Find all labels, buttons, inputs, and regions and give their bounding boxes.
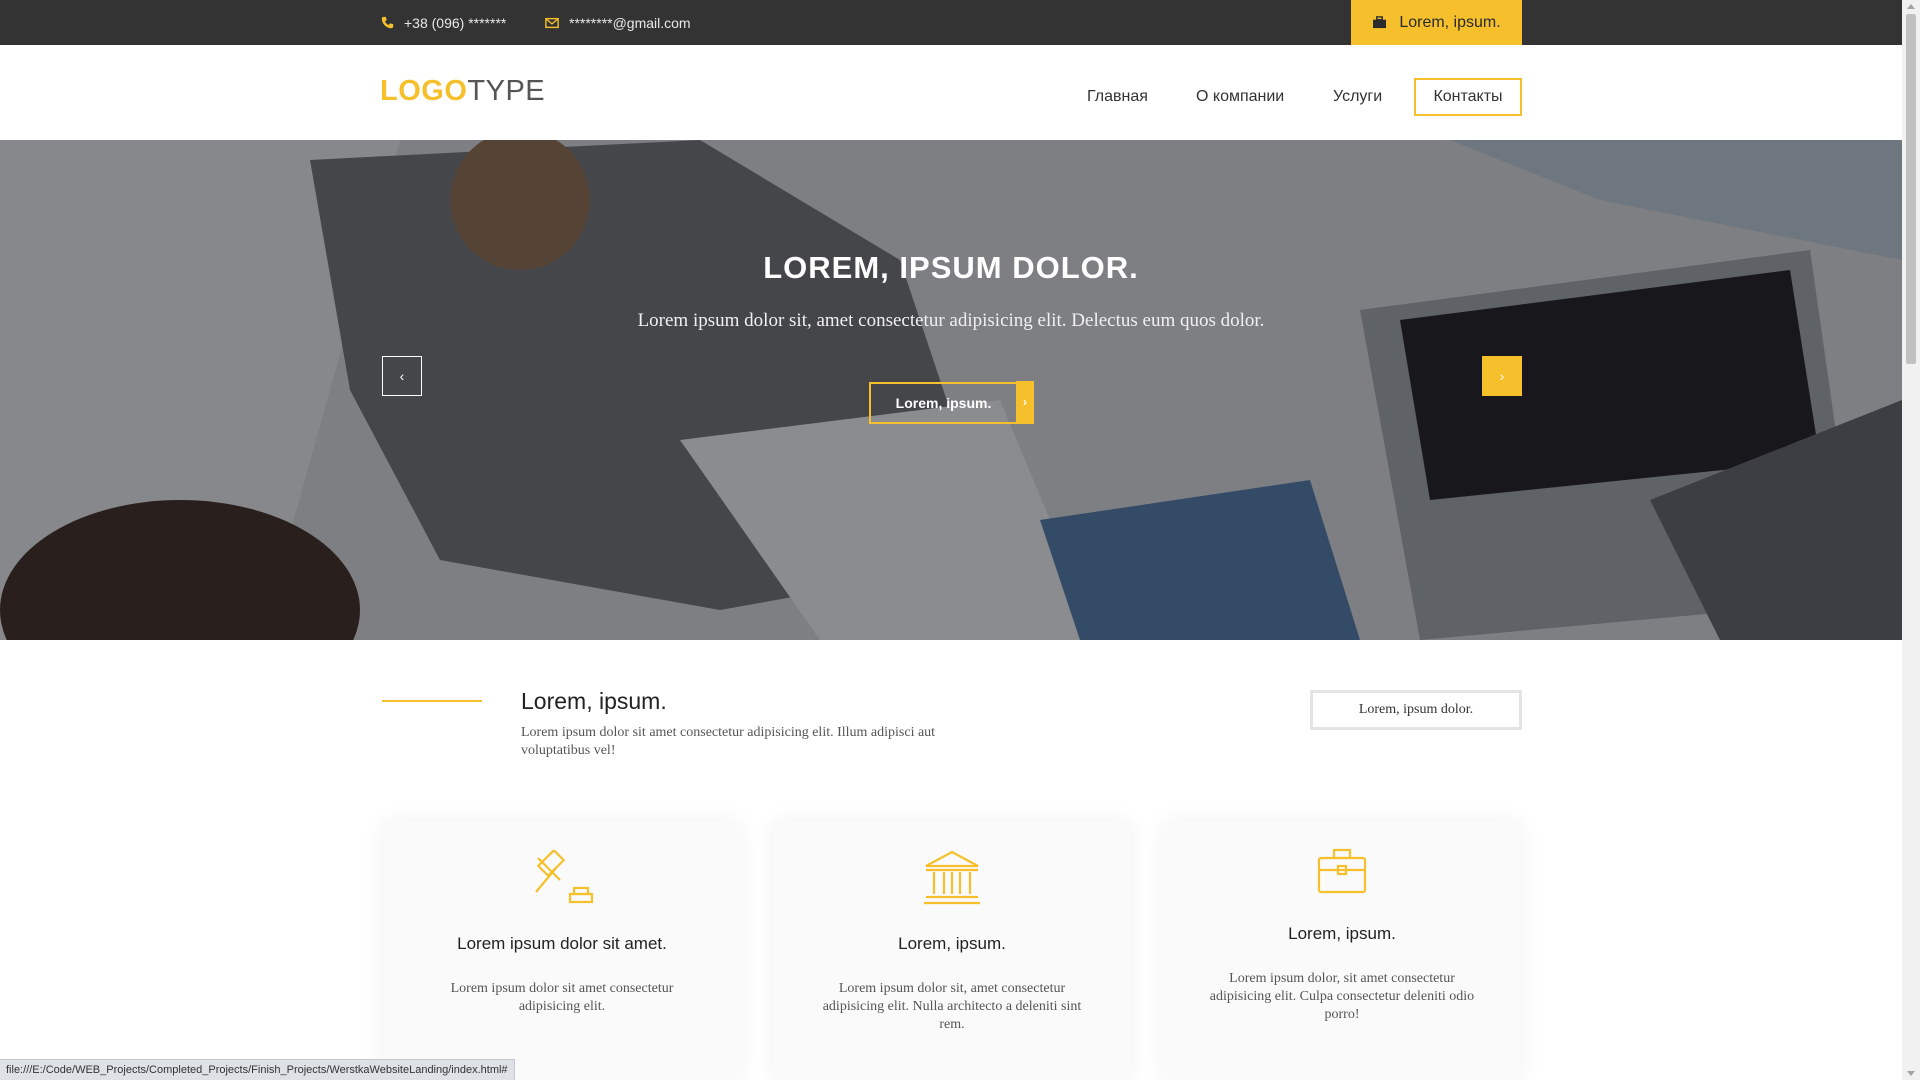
nav-home[interactable]: Главная bbox=[1087, 78, 1148, 116]
hero-subtitle: Lorem ipsum dolor sit, amet consectetur … bbox=[637, 310, 1265, 331]
service-card: Lorem, ipsum. Lorem ipsum dolor sit, ame… bbox=[773, 822, 1131, 1080]
chevron-left-icon: ‹ bbox=[399, 368, 405, 384]
email-text: ********@gmail.com bbox=[569, 14, 691, 31]
phone-contact[interactable]: +38 (096) ******* bbox=[381, 0, 506, 45]
nav-contacts[interactable]: Контакты bbox=[1414, 78, 1522, 116]
card-title: Lorem ipsum dolor sit amet. bbox=[457, 934, 667, 953]
intro-text: Lorem ipsum dolor sit amet consectetur a… bbox=[521, 725, 936, 758]
gavel-icon bbox=[383, 850, 741, 906]
phone-text: +38 (096) ******* bbox=[404, 14, 507, 31]
page-scrollbar[interactable] bbox=[1902, 0, 1920, 1080]
top-bar: +38 (096) ******* ********@gmail.com Lor… bbox=[0, 0, 1902, 45]
intro-button[interactable]: Lorem, ipsum dolor. bbox=[1310, 690, 1522, 730]
scrollbar-thumb[interactable] bbox=[1906, 14, 1916, 364]
slider-next-button[interactable]: › bbox=[1482, 356, 1522, 396]
hero-cta-button[interactable]: Lorem, ipsum. › bbox=[869, 381, 1034, 424]
status-url: file:///E:/Code/WEB_Projects/Completed_P… bbox=[6, 1064, 508, 1076]
service-card: Lorem, ipsum. Lorem ipsum dolor, sit ame… bbox=[1163, 822, 1521, 1080]
logo[interactable]: LOGOTYPE bbox=[380, 75, 545, 108]
card-text: Lorem ipsum dolor, sit amet consectetur … bbox=[1209, 971, 1475, 1022]
card-title: Lorem, ipsum. bbox=[1288, 924, 1396, 943]
chevron-right-icon: › bbox=[1016, 381, 1034, 423]
service-card: Lorem ipsum dolor sit amet. Lorem ipsum … bbox=[383, 822, 741, 1080]
nav-about[interactable]: О компании bbox=[1196, 78, 1284, 116]
logo-part-1: LOGO bbox=[380, 75, 468, 107]
hero-cta-label: Lorem, ipsum. bbox=[895, 395, 992, 411]
slider-prev-button[interactable]: ‹ bbox=[382, 356, 422, 396]
phone-icon bbox=[381, 16, 394, 29]
bank-icon bbox=[773, 850, 1131, 906]
browser-status-bar: file:///E:/Code/WEB_Projects/Completed_P… bbox=[0, 1059, 515, 1080]
nav-services[interactable]: Услуги bbox=[1333, 78, 1382, 116]
card-text: Lorem ipsum dolor sit amet consectetur a… bbox=[450, 981, 674, 1014]
card-text: Lorem ipsum dolor sit, amet consectetur … bbox=[822, 981, 1082, 1032]
briefcase-icon bbox=[1373, 16, 1387, 29]
hero-title: LOREM, IPSUM DOLOR. bbox=[763, 250, 1139, 285]
briefcase-icon bbox=[1163, 848, 1521, 896]
intro-accent-line bbox=[382, 700, 482, 702]
site-header: LOGOTYPE Главная О компании Услуги Конта… bbox=[0, 45, 1902, 140]
intro-title: Lorem, ipsum. bbox=[521, 688, 667, 714]
scroll-down-icon[interactable] bbox=[1907, 1071, 1915, 1076]
card-title: Lorem, ipsum. bbox=[898, 934, 1006, 953]
logo-part-2: TYPE bbox=[467, 75, 546, 107]
mail-icon bbox=[545, 17, 559, 28]
top-cta-button[interactable]: Lorem, ipsum. bbox=[1351, 0, 1522, 45]
hero-slider: LOREM, IPSUM DOLOR. Lorem ipsum dolor si… bbox=[0, 140, 1902, 640]
email-contact[interactable]: ********@gmail.com bbox=[545, 0, 691, 45]
scroll-up-icon[interactable] bbox=[1907, 4, 1915, 9]
chevron-right-icon: › bbox=[1499, 368, 1505, 384]
top-cta-label: Lorem, ipsum. bbox=[1399, 13, 1501, 31]
